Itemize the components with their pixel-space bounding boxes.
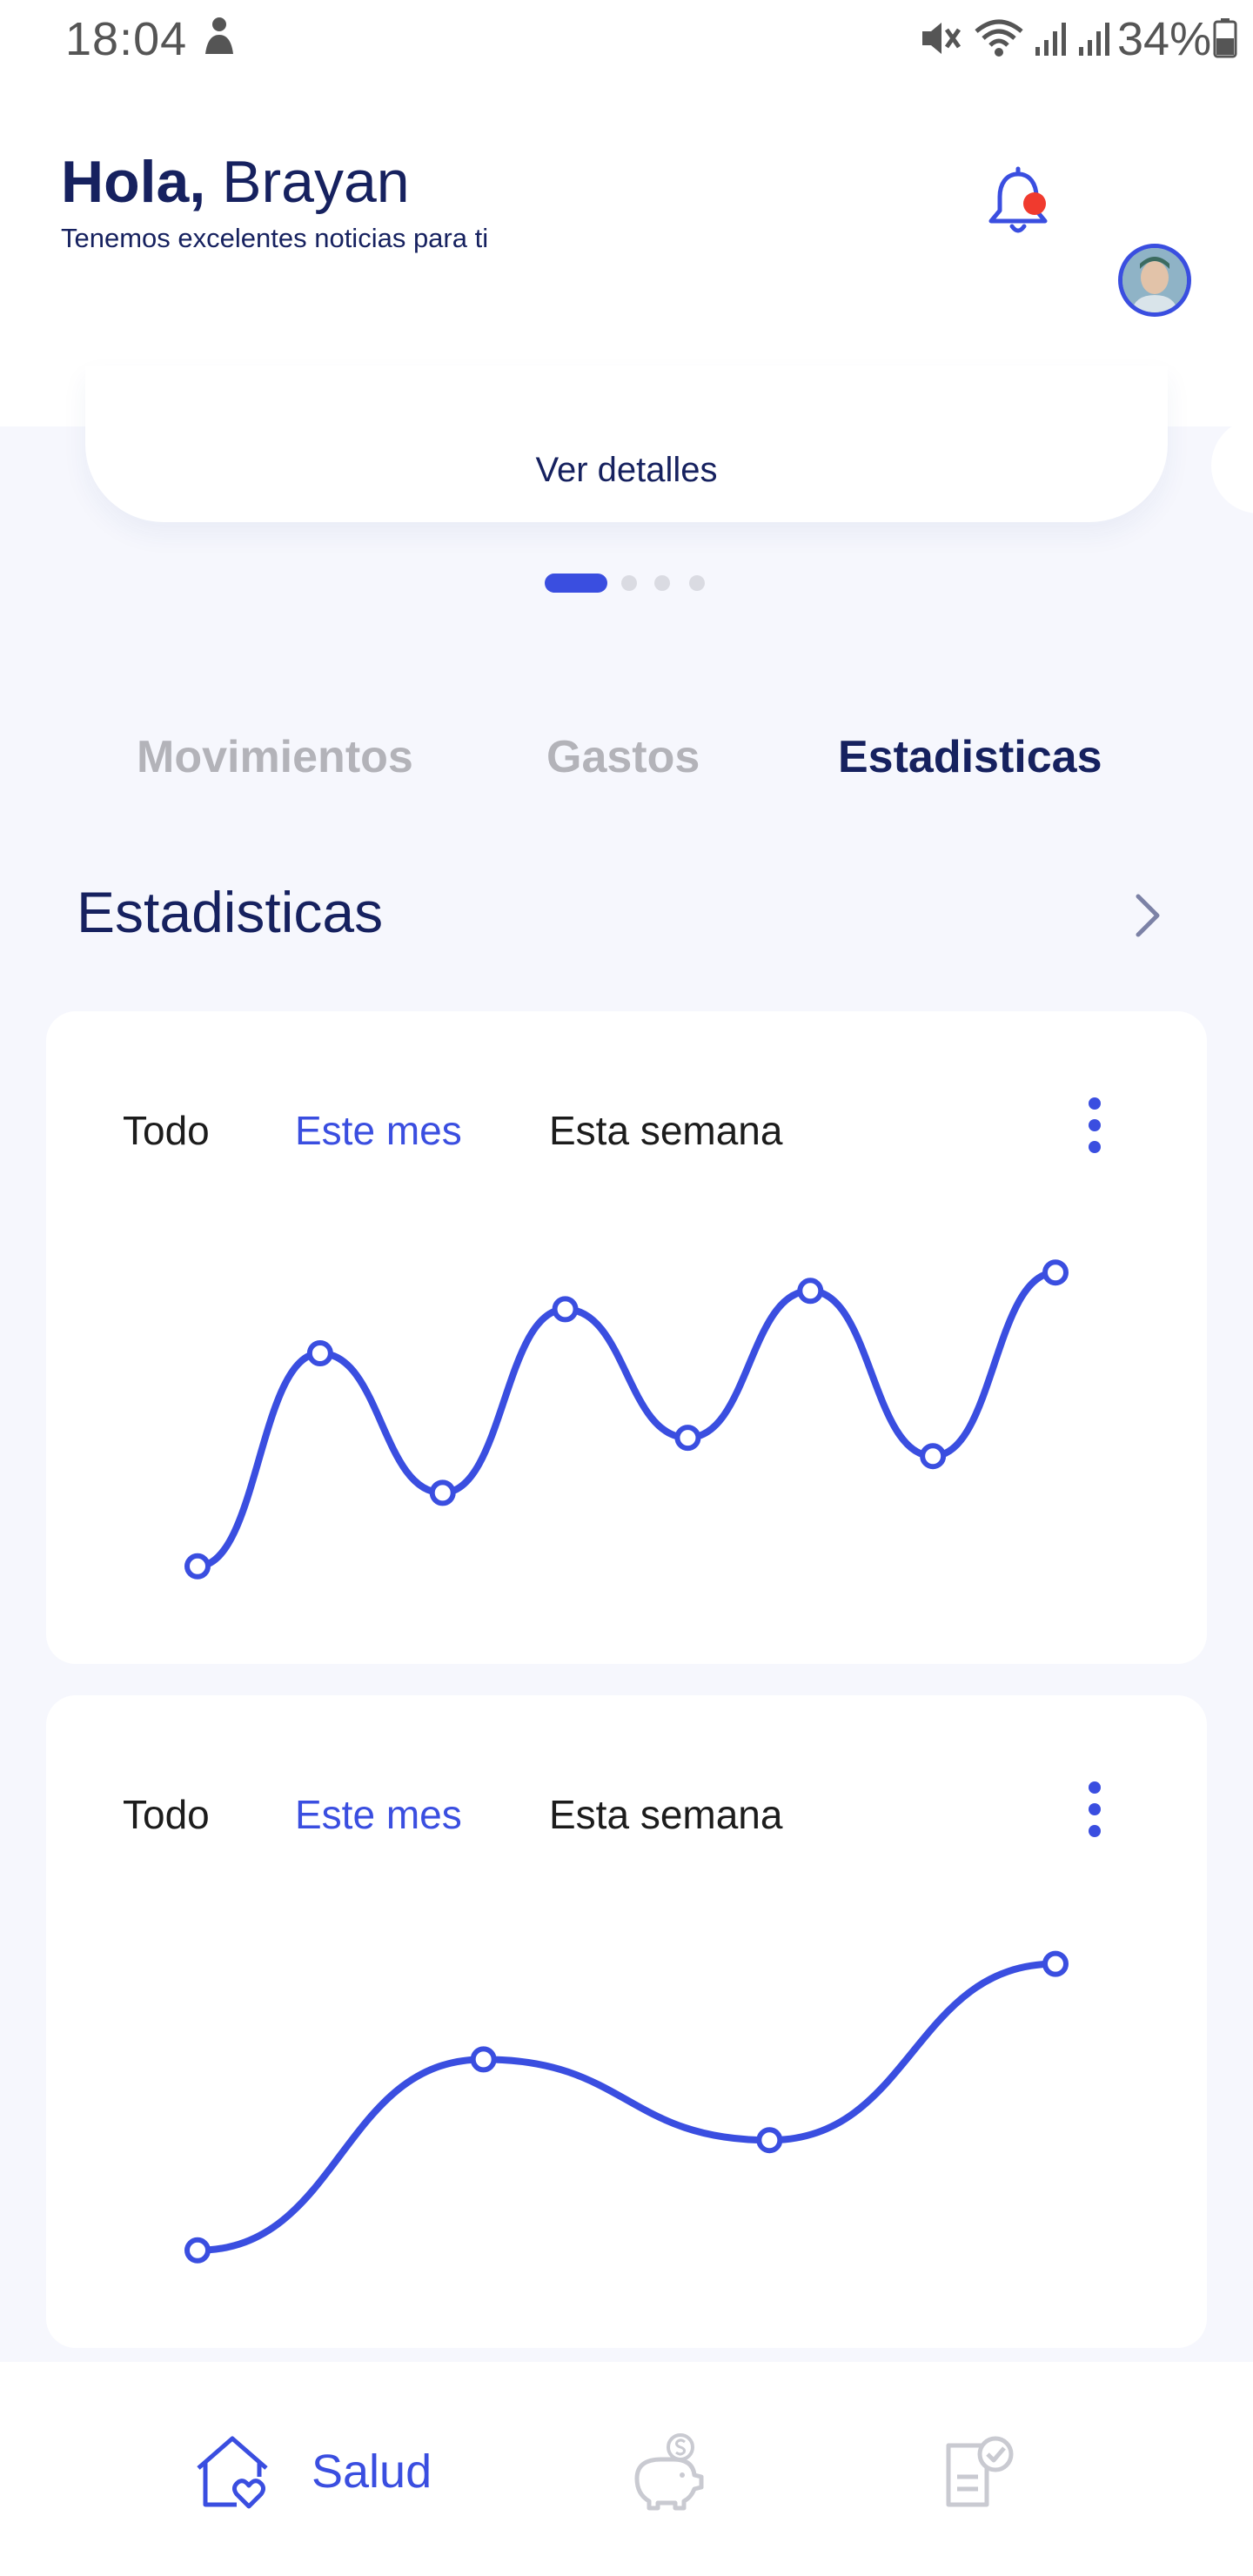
data-point-2[interactable]	[306, 1340, 333, 1367]
greeting: Hola, Brayan	[61, 148, 410, 216]
signal-icon-1	[1034, 17, 1069, 64]
data-point-3[interactable]	[429, 1479, 456, 1506]
nav-label-salud[interactable]: Salud	[312, 2445, 432, 2499]
nav-item-savings[interactable]	[628, 2433, 707, 2516]
details-link[interactable]: Ver detalles	[85, 451, 1168, 490]
carousel-dot-3[interactable]	[654, 575, 670, 591]
chevron-right-icon[interactable]	[1131, 889, 1166, 946]
next-card-peek[interactable]	[1211, 418, 1253, 513]
data-point-4[interactable]	[1042, 1950, 1069, 1977]
stats-card-2: Todo Este mes Esta semana	[46, 1695, 1207, 2348]
line-chart-1	[184, 1259, 1069, 1580]
data-point-4[interactable]	[552, 1296, 579, 1323]
battery-icon	[1213, 17, 1237, 64]
series-line	[194, 1269, 1059, 1570]
data-point-1[interactable]	[184, 2237, 211, 2264]
wifi-icon	[973, 17, 1025, 64]
bottom-nav: Salud	[0, 2362, 1253, 2576]
avatar[interactable]	[1118, 244, 1191, 317]
status-time: 18:04	[65, 13, 188, 65]
tab-movimientos[interactable]: Movimientos	[137, 731, 413, 783]
carousel-dot-1[interactable]	[545, 574, 607, 593]
data-point-6[interactable]	[797, 1278, 824, 1305]
line-chart-2	[184, 1950, 1069, 2264]
greeting-name: Brayan	[222, 149, 410, 215]
home-heart-icon	[197, 2436, 268, 2509]
section-title: Estadisticas	[77, 880, 384, 944]
data-point-2[interactable]	[470, 2046, 497, 2073]
status-bar: 18:04 34%	[0, 0, 1253, 78]
data-point-5[interactable]	[674, 1425, 701, 1452]
avatar-photo	[1122, 248, 1187, 312]
mute-icon	[919, 17, 962, 64]
nav-item-salud[interactable]	[193, 2432, 271, 2514]
person-icon	[200, 16, 238, 64]
promo-card[interactable]: Ver detalles	[85, 366, 1168, 522]
greeting-hello: Hola,	[61, 149, 206, 215]
piggy-bank-icon	[634, 2433, 704, 2511]
data-point-1[interactable]	[184, 1553, 211, 1580]
series-line	[194, 1960, 1059, 2254]
signal-icon-2	[1077, 17, 1112, 64]
data-point-8[interactable]	[1042, 1259, 1069, 1286]
carousel-dot-4[interactable]	[689, 575, 705, 591]
tab-gastos[interactable]: Gastos	[546, 731, 700, 783]
tab-estadisticas[interactable]: Estadisticas	[838, 731, 1102, 783]
notifications-button[interactable]	[979, 165, 1057, 244]
greeting-subtitle: Tenemos excelentes noticias para ti	[61, 223, 489, 253]
data-point-7[interactable]	[920, 1443, 947, 1470]
checklist-icon	[946, 2436, 1014, 2507]
bell-icon	[988, 166, 1048, 233]
carousel-dot-2[interactable]	[621, 575, 637, 591]
nav-item-tasks[interactable]	[941, 2433, 1020, 2516]
stats-card-1: Todo Este mes Esta semana	[46, 1011, 1207, 1664]
data-point-3[interactable]	[756, 2127, 783, 2154]
battery-percent: 34%	[1117, 13, 1212, 65]
notification-dot	[1023, 192, 1046, 215]
